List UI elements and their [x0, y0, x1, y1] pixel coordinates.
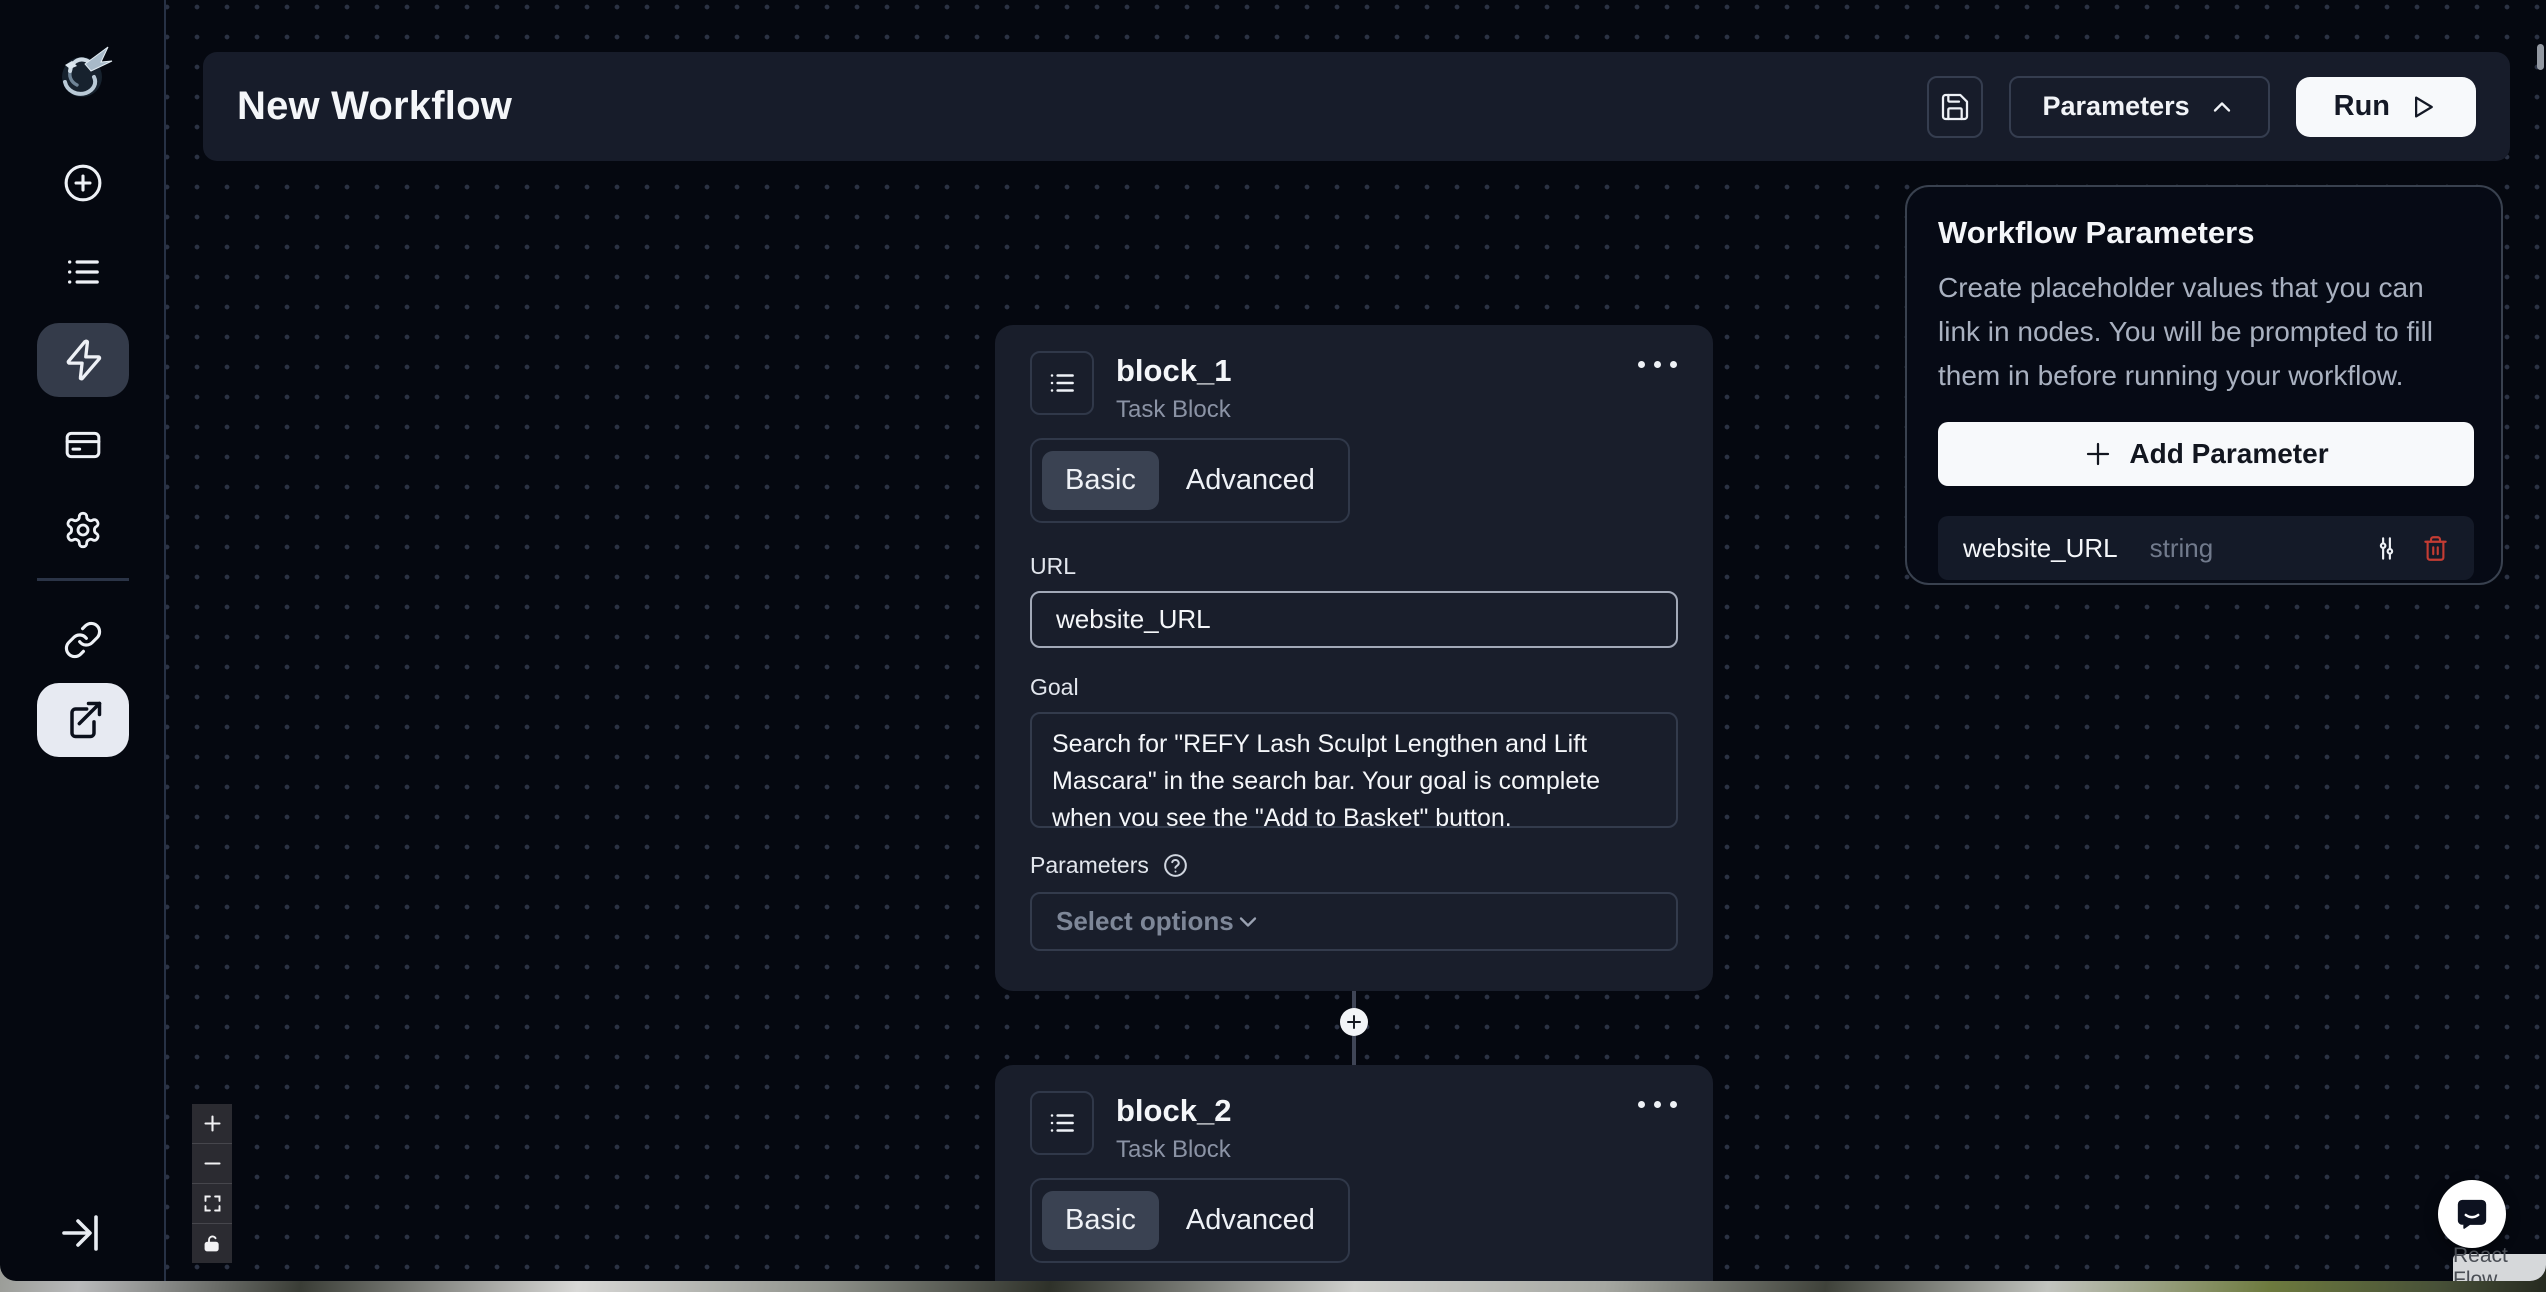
help-circle-icon[interactable] [1162, 852, 1189, 879]
node-title: block_2 [1116, 1093, 1231, 1129]
fit-view-button[interactable] [192, 1184, 232, 1223]
fit-view-icon [202, 1193, 223, 1214]
plus-icon [1345, 1013, 1363, 1031]
canvas-controls [192, 1104, 232, 1263]
parameters-select[interactable]: Select options [1030, 892, 1678, 951]
workflow-node-block-2[interactable]: block_2 Task Block Basic Advanced [995, 1065, 1713, 1281]
sidebar-item-settings[interactable] [37, 493, 129, 567]
sidebar-item-credentials[interactable] [37, 408, 129, 482]
sidebar-item-integrations[interactable] [37, 603, 129, 677]
list-icon [1047, 1108, 1077, 1138]
parameter-key: website_URL [1963, 533, 2118, 564]
url-input[interactable] [1030, 591, 1678, 648]
zoom-out-button[interactable] [192, 1144, 232, 1183]
sidebar-item-create[interactable] [37, 146, 129, 220]
react-flow-attribution[interactable]: React Flow [2453, 1254, 2546, 1281]
workflow-header-bar: New Workflow Parameters Run [203, 52, 2510, 161]
parameters-toggle-button[interactable]: Parameters [2009, 76, 2270, 138]
sidebar-divider [37, 578, 129, 581]
task-block-icon-box [1030, 1091, 1094, 1155]
zoom-in-button[interactable] [192, 1104, 232, 1143]
arrow-right-to-line-icon [56, 1209, 104, 1257]
select-placeholder: Select options [1056, 906, 1234, 937]
zap-icon [61, 338, 105, 382]
tab-basic[interactable]: Basic [1042, 451, 1159, 510]
node-type-label: Task Block [1116, 1136, 1231, 1164]
url-label: URL [1030, 553, 1677, 580]
sidebar-item-external[interactable] [37, 683, 129, 757]
node-title: block_1 [1116, 353, 1231, 389]
external-link-icon [61, 698, 105, 742]
sidebar-expand-button[interactable] [56, 1209, 104, 1257]
chat-launcher-button[interactable] [2438, 1180, 2506, 1248]
ellipsis-icon[interactable] [1638, 361, 1677, 369]
save-icon [1939, 91, 1971, 123]
sidebar [0, 0, 166, 1281]
task-block-icon-box [1030, 351, 1094, 415]
chat-bubble-icon [2452, 1194, 2492, 1234]
app-window: New Workflow Parameters Run [0, 0, 2546, 1281]
list-icon [1047, 368, 1077, 398]
page-title: New Workflow [237, 84, 512, 129]
lock-toggle-button[interactable] [192, 1224, 232, 1263]
panel-description: Create placeholder values that you can l… [1938, 266, 2470, 398]
zoom-in-icon [202, 1113, 223, 1134]
node-tabs: Basic Advanced [1030, 1178, 1350, 1263]
link-icon [63, 620, 103, 660]
add-parameter-label: Add Parameter [2129, 438, 2328, 470]
tab-advanced[interactable]: Advanced [1163, 451, 1338, 510]
save-button[interactable] [1927, 76, 1983, 138]
sidebar-item-runs[interactable] [37, 235, 129, 309]
run-label: Run [2334, 90, 2390, 123]
node-header: block_2 Task Block [1030, 1091, 1677, 1155]
node-tabs: Basic Advanced [1030, 438, 1350, 523]
scrollbar-thumb[interactable] [2537, 44, 2544, 70]
play-icon [2408, 92, 2438, 122]
tab-advanced[interactable]: Advanced [1163, 1191, 1338, 1250]
plus-circle-icon [61, 161, 105, 205]
goal-textarea[interactable]: Search for "REFY Lash Sculpt Lengthen an… [1030, 712, 1678, 828]
zoom-out-icon [202, 1153, 223, 1174]
node-header: block_1 Task Block [1030, 351, 1677, 415]
ellipsis-icon[interactable] [1638, 1101, 1677, 1109]
lock-icon [202, 1233, 223, 1254]
add-parameter-button[interactable]: Add Parameter [1938, 422, 2474, 486]
chevron-down-icon [1234, 908, 1262, 936]
run-button[interactable]: Run [2296, 77, 2476, 137]
workflow-parameters-panel: Workflow Parameters Create placeholder v… [1905, 185, 2503, 585]
chevron-up-icon [2208, 93, 2236, 121]
parameter-type: string [2150, 533, 2214, 564]
header-actions: Parameters Run [1927, 76, 2476, 138]
trash-icon[interactable] [2422, 535, 2449, 562]
workflow-node-block-1[interactable]: block_1 Task Block Basic Advanced URL Go… [995, 325, 1713, 991]
workflow-canvas[interactable]: New Workflow Parameters Run [166, 0, 2546, 1281]
sliders-icon[interactable] [2373, 535, 2400, 562]
credit-card-icon [63, 425, 103, 465]
panel-title: Workflow Parameters [1938, 215, 2470, 251]
plus-icon [2083, 439, 2113, 469]
parameters-label: Parameters [1030, 852, 1149, 879]
parameter-row: website_URL string [1938, 516, 2474, 580]
sidebar-item-workflows[interactable] [37, 323, 129, 397]
parameters-toggle-label: Parameters [2043, 91, 2190, 122]
gear-icon [63, 510, 103, 550]
skyvern-dragon-logo [52, 38, 116, 104]
add-node-button[interactable] [1340, 1008, 1368, 1036]
list-icon [63, 252, 103, 292]
node-type-label: Task Block [1116, 396, 1231, 424]
goal-label: Goal [1030, 674, 1677, 701]
tab-basic[interactable]: Basic [1042, 1191, 1159, 1250]
